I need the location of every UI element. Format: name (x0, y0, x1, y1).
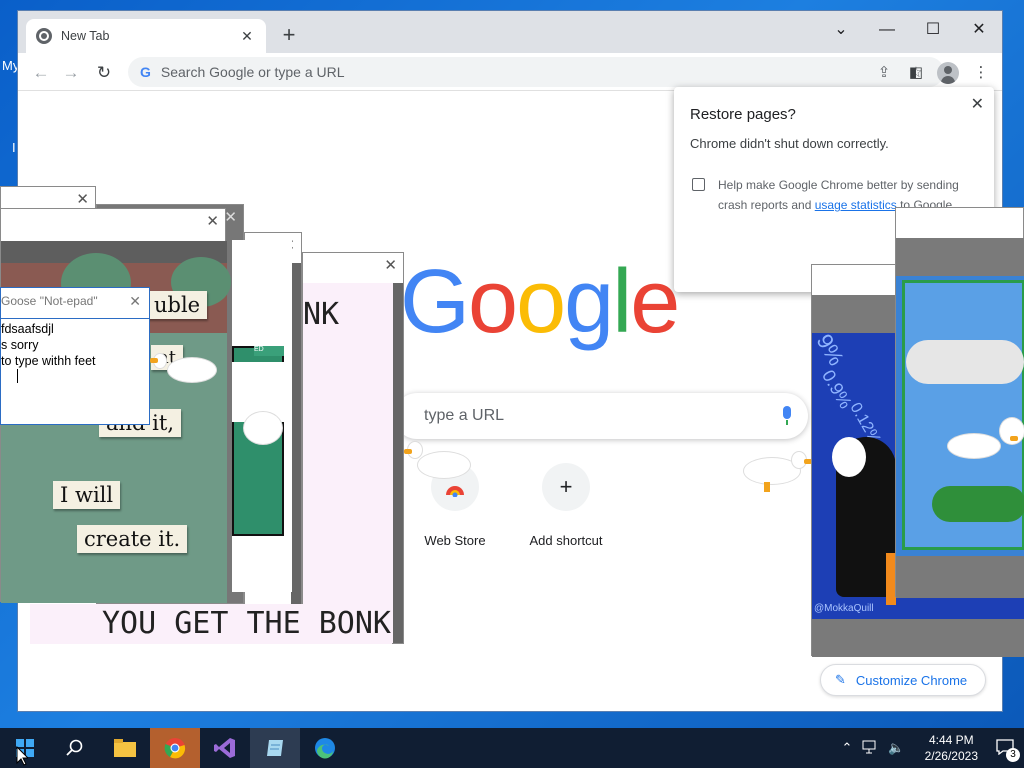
system-tray: ⌃ 🔈 4:44 PM 2/26/2023 3 (836, 728, 1024, 768)
google-logo: Google (400, 252, 680, 352)
meme-badge: ED (254, 346, 284, 356)
watermark: @MokkaQuill (814, 603, 874, 614)
help-checkbox[interactable] (692, 178, 705, 191)
bonk-meme-bottom: YOU GET THE BONK (30, 604, 392, 644)
bonk-meme-window[interactable]: ✕ NK (302, 252, 404, 644)
text-caret (17, 369, 18, 383)
pond-image (896, 276, 1024, 556)
clock-date: 2/26/2023 (924, 749, 978, 763)
notepad-line: fdsaafsdjl (1, 322, 54, 336)
notepad-line: s sorry (1, 338, 39, 352)
omnibox[interactable]: G Search Google or type a URL ⇪ ☆ (128, 57, 944, 87)
close-icon[interactable]: ✕ (224, 208, 237, 226)
dialog-message: Chrome didn't shut down correctly. (690, 136, 889, 151)
dialog-title: Restore pages? (690, 106, 796, 123)
meme-text: YOU GET THE BONK (102, 606, 391, 640)
edge-icon[interactable] (300, 728, 350, 768)
chrome-taskbar-icon[interactable] (150, 728, 200, 768)
meme-text: NK (303, 297, 340, 332)
voice-search-icon[interactable] (780, 406, 794, 426)
clock[interactable]: 4:44 PM 2/26/2023 (925, 732, 978, 764)
close-icon[interactable]: ✕ (129, 293, 141, 310)
taskbar: ⌃ 🔈 4:44 PM 2/26/2023 3 (0, 728, 1024, 768)
title-bar: New Tab ✕ + ⌄ — ☐ ✕ (18, 11, 1002, 53)
action-center-icon[interactable]: 3 (996, 738, 1020, 762)
close-window-button[interactable]: ✕ (956, 15, 1002, 45)
customize-chrome-button[interactable]: ✎ Customize Chrome (820, 664, 986, 696)
new-tab-button[interactable]: + (276, 23, 302, 49)
close-icon[interactable]: ✕ (971, 94, 984, 114)
close-icon[interactable]: ✕ (76, 190, 89, 208)
meme-note: create it. (77, 525, 188, 553)
mouse-cursor-icon (16, 745, 30, 768)
omnibox-placeholder[interactable]: Search Google or type a URL (161, 64, 868, 80)
notepad-text-area[interactable]: fdsaafsdjl s sorry to type withh feet (1, 318, 149, 422)
notepad-title: Goose "Not-epad" (1, 294, 98, 308)
pond-meme-window[interactable] (895, 207, 1024, 598)
visual-studio-icon[interactable] (200, 728, 250, 768)
forward-button[interactable]: → (58, 60, 84, 86)
close-icon[interactable]: ✕ (384, 256, 397, 274)
close-tab-icon[interactable]: ✕ (238, 28, 256, 45)
notepad-taskbar-icon[interactable] (250, 728, 300, 768)
back-button[interactable]: ← (28, 60, 54, 86)
search-placeholder[interactable]: type a URL (424, 407, 780, 425)
ntp-search-box[interactable]: type a URL (394, 393, 808, 439)
desktop-icon-label[interactable]: I (12, 140, 16, 155)
tab-title: New Tab (61, 29, 110, 43)
notepad-line: to type withh feet (1, 354, 96, 368)
stock-value: 9% (811, 329, 850, 370)
volume-icon[interactable]: 🔈 (888, 740, 904, 756)
side-panel-icon[interactable]: ◧ (903, 61, 929, 85)
menu-kebab-icon[interactable]: ⋮ (968, 61, 994, 85)
customize-label: Customize Chrome (855, 672, 968, 688)
share-icon[interactable]: ⇪ (868, 63, 900, 81)
profile-button[interactable] (935, 61, 961, 85)
pencil-icon: ✎ (835, 672, 846, 687)
shortcut-add[interactable]: + Add shortcut (516, 463, 616, 548)
toolbar: ← → ↻ G Search Google or type a URL ⇪ ☆ … (18, 53, 1002, 91)
tab-new-tab[interactable]: New Tab ✕ (26, 19, 266, 53)
close-icon[interactable]: ✕ (206, 212, 219, 230)
search-icon[interactable] (50, 728, 100, 768)
maximize-button[interactable]: ☐ (910, 15, 956, 45)
add-icon: + (542, 463, 590, 511)
file-explorer-icon[interactable] (100, 728, 150, 768)
avatar-icon (937, 62, 959, 84)
chrome-favicon-icon (36, 28, 52, 44)
show-hidden-icons-chevron-icon[interactable]: ⌃ (842, 740, 853, 756)
meme-note: I will (53, 481, 121, 509)
shortcut-label: Web Store (424, 533, 486, 548)
clock-time: 4:44 PM (928, 733, 974, 747)
google-g-icon: G (140, 64, 151, 80)
network-icon[interactable] (862, 740, 878, 757)
goose-notepad-window[interactable]: Goose "Not-epad" ✕ fdsaafsdjl s sorry to… (0, 287, 150, 425)
notepad-title-bar: Goose "Not-epad" ✕ (1, 288, 149, 316)
minimize-button[interactable]: — (864, 15, 910, 45)
meme-note: uble (147, 291, 208, 319)
reload-button[interactable]: ↻ (91, 60, 117, 86)
notification-count-badge: 3 (1006, 747, 1020, 762)
shortcut-label: Add shortcut (529, 533, 603, 548)
usage-statistics-link[interactable]: usage statistics (815, 198, 897, 212)
tab-search-chevron-icon[interactable]: ⌄ (818, 15, 864, 45)
